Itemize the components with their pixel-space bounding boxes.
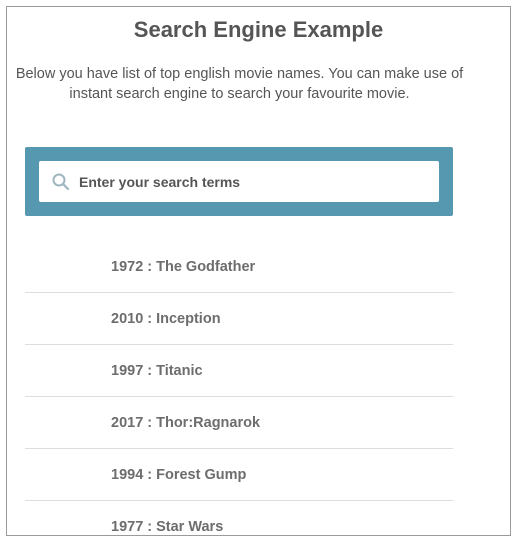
movie-year: 1972 xyxy=(111,258,144,275)
movie-list: 1972: The Godfather 2010: Inception 1997: T… xyxy=(25,241,453,535)
movie-title: Titanic xyxy=(156,362,203,379)
list-item[interactable]: 1994: Forest Gump xyxy=(25,449,453,501)
movie-separator: : xyxy=(147,258,153,275)
movie-year: 1994 xyxy=(111,466,144,483)
movie-year: 2017 xyxy=(111,414,144,431)
page-title: Search Engine Example xyxy=(133,17,384,42)
movie-title: Thor:Ragnarok xyxy=(156,414,261,431)
search-box[interactable] xyxy=(39,161,439,202)
page-description: Below you have list of top english movie… xyxy=(15,66,464,102)
search-input[interactable] xyxy=(79,173,419,190)
movie-year: 2010 xyxy=(111,310,144,327)
movie-title: Star Wars xyxy=(156,518,224,535)
movie-title: The Godfather xyxy=(156,258,256,275)
movie-title: Inception xyxy=(156,310,221,327)
movie-separator: : xyxy=(147,362,153,379)
movie-year: 1977 xyxy=(111,518,144,535)
search-panel xyxy=(25,147,453,216)
search-icon xyxy=(52,173,70,190)
movie-separator: : xyxy=(147,466,153,483)
page-frame: Search Engine Example Below you have lis… xyxy=(6,6,511,536)
movie-separator: : xyxy=(147,310,153,327)
movie-separator: : xyxy=(147,518,153,535)
list-item[interactable]: 2017: Thor:Ragnarok xyxy=(25,397,453,449)
list-item[interactable]: 1997: Titanic xyxy=(25,345,453,397)
list-item[interactable]: 1977: Star Wars xyxy=(25,501,453,535)
movie-separator: : xyxy=(147,414,153,431)
movie-year: 1997 xyxy=(111,362,144,379)
movie-title: Forest Gump xyxy=(156,466,247,483)
list-item[interactable]: 2010: Inception xyxy=(25,293,453,345)
list-item[interactable]: 1972: The Godfather xyxy=(25,241,453,293)
